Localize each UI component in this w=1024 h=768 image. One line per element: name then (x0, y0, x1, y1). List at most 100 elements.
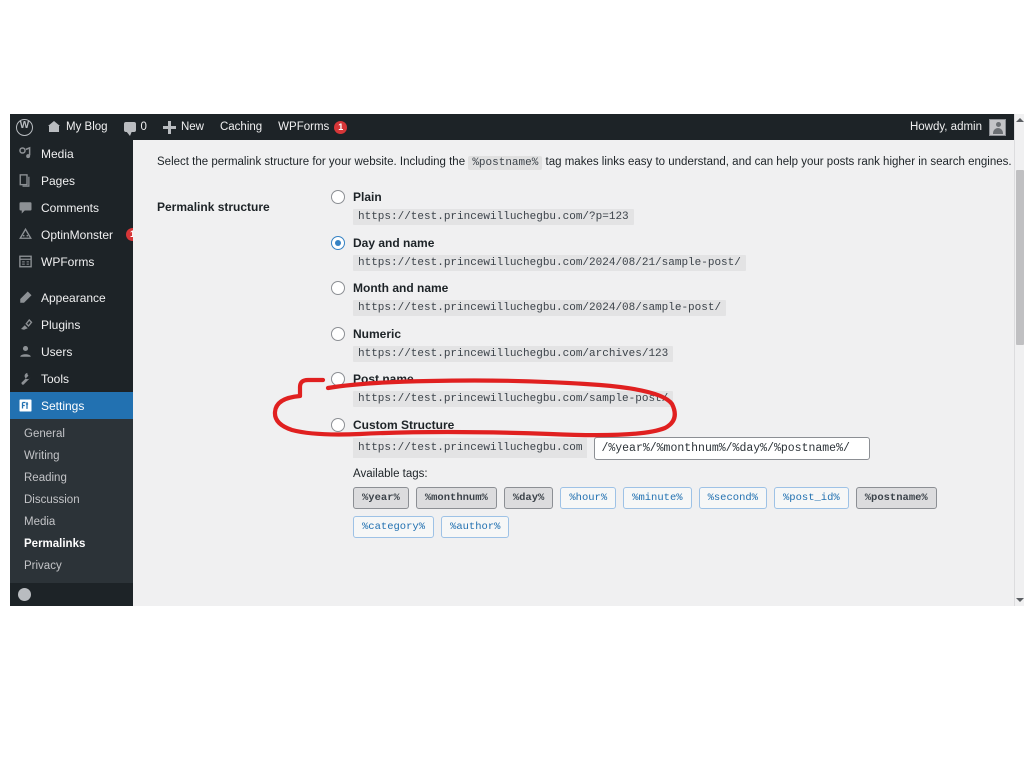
admin-bar: My Blog 0 New Caching WPForms 1 Howdy, a… (10, 114, 1014, 140)
sidebar-item-label: Users (41, 344, 73, 359)
radio-post-name[interactable] (331, 372, 345, 386)
permalink-options-group: Plain https://test.princewilluchegbu.com… (331, 188, 991, 538)
scroll-up-arrow-icon[interactable] (1016, 116, 1024, 124)
wp-logo-menu-item[interactable] (10, 114, 41, 140)
option-day-and-name[interactable]: Day and name https://test.princewilluche… (331, 234, 991, 271)
tag-button-author[interactable]: %author% (441, 516, 510, 538)
settings-icon (18, 398, 33, 413)
option-numeric[interactable]: Numeric https://test.princewilluchegbu.c… (331, 325, 991, 362)
sidebar-item-label: Appearance (41, 290, 106, 305)
site-name-menu-item[interactable]: My Blog (41, 114, 116, 140)
custom-structure-prefix: https://test.princewilluchegbu.com (353, 438, 588, 458)
comments-icon (18, 200, 33, 215)
users-icon (18, 344, 33, 359)
option-plain[interactable]: Plain https://test.princewilluchegbu.com… (331, 188, 991, 225)
sidebar-item-wpforms[interactable]: WPForms (10, 248, 133, 275)
comments-menu-item[interactable]: 0 (116, 114, 155, 140)
sidebar-item-tools[interactable]: Tools (10, 365, 133, 392)
tag-button-minute[interactable]: %minute% (623, 487, 692, 509)
tools-icon (18, 371, 33, 386)
wordpress-admin-window: My Blog 0 New Caching WPForms 1 Howdy, a… (10, 114, 1024, 606)
tag-button-category[interactable]: %category% (353, 516, 435, 538)
home-icon (48, 121, 61, 133)
radio-day-and-name[interactable] (331, 235, 345, 250)
radio-custom-structure[interactable] (331, 417, 345, 432)
tag-button-year[interactable]: %year% (353, 487, 409, 509)
scroll-down-arrow-icon[interactable] (1016, 596, 1024, 604)
collapse-icon (18, 587, 31, 601)
intro-text: Select the permalink structure for your … (157, 156, 1012, 170)
option-example-url: https://test.princewilluchegbu.com/?p=12… (353, 209, 634, 225)
avatar (989, 118, 1006, 136)
sidebar-subitem-media[interactable]: Media (10, 511, 133, 533)
available-tags-list: %year% %monthnum% %day% %hour% %minute% … (353, 487, 973, 538)
wpforms-menu-item[interactable]: WPForms 1 (270, 114, 355, 140)
sidebar-item-label: WPForms (41, 254, 95, 269)
vertical-scrollbar[interactable] (1014, 114, 1024, 606)
wpforms-icon (18, 254, 33, 269)
sidebar-subitem-general[interactable]: General (10, 423, 133, 445)
sidebar-item-plugins[interactable]: Plugins (10, 311, 133, 338)
radio-plain[interactable] (331, 190, 345, 204)
appearance-icon (18, 290, 33, 305)
option-label: Post name (353, 372, 414, 386)
pages-icon (18, 173, 33, 188)
sidebar-item-label: Settings (41, 398, 85, 413)
tag-button-post-id[interactable]: %post_id% (774, 487, 849, 509)
sidebar-item-optinmonster[interactable]: OptinMonster 1 (10, 221, 133, 248)
sidebar-item-label: Plugins (41, 317, 81, 332)
option-example-url: https://test.princewilluchegbu.com/2024/… (353, 300, 727, 316)
option-label: Numeric (353, 326, 402, 341)
wpforms-badge: 1 (334, 120, 348, 134)
sidebar-item-users[interactable]: Users (10, 338, 133, 365)
option-custom-structure[interactable]: Custom Structure https://test.princewill… (331, 416, 991, 460)
plus-icon (162, 120, 176, 134)
sidebar-item-collapse-partial[interactable] (10, 583, 133, 605)
menu-separator (10, 275, 133, 284)
custom-structure-input[interactable] (594, 436, 871, 460)
sidebar-subitem-privacy[interactable]: Privacy (10, 555, 133, 577)
caching-label: Caching (219, 121, 263, 133)
radio-month-and-name[interactable] (331, 281, 345, 295)
option-label: Custom Structure (353, 417, 455, 432)
howdy-label: Howdy, admin (909, 121, 982, 133)
option-label: Plain (353, 190, 382, 204)
option-post-name[interactable]: Post name https://test.princewilluchegbu… (331, 370, 991, 407)
sidebar-item-comments[interactable]: Comments (10, 194, 133, 221)
sidebar-item-pages[interactable]: Pages (10, 167, 133, 194)
sidebar-item-settings[interactable]: Settings (10, 392, 133, 419)
wpforms-label: WPForms (278, 121, 330, 133)
tag-button-monthnum[interactable]: %monthnum% (415, 487, 497, 509)
optinmonster-icon (18, 227, 33, 242)
account-menu-item[interactable]: Howdy, admin (909, 118, 1014, 136)
admin-sidebar-menu: Media Pages Comments OptinMonster 1 WPFo… (10, 140, 133, 606)
tag-button-day[interactable]: %day% (503, 487, 554, 509)
sidebar-item-media[interactable]: Media (10, 140, 133, 167)
sidebar-subitem-permalinks[interactable]: Permalinks (10, 533, 133, 555)
sidebar-subitem-writing[interactable]: Writing (10, 445, 133, 467)
intro-postname-tag: %postname% (468, 156, 543, 170)
sidebar-item-appearance[interactable]: Appearance (10, 284, 133, 311)
optinmonster-badge: 1 (126, 228, 133, 241)
new-content-menu-item[interactable]: New (155, 114, 212, 140)
sidebar-item-label: Comments (41, 200, 100, 215)
screenshot-root: My Blog 0 New Caching WPForms 1 Howdy, a… (0, 0, 1024, 768)
wordpress-logo-icon (16, 118, 33, 136)
radio-numeric[interactable] (331, 326, 345, 341)
scrollbar-thumb[interactable] (1016, 170, 1024, 345)
sidebar-item-label: OptinMonster (41, 227, 114, 242)
comment-bubble-icon (123, 122, 136, 136)
sidebar-subitem-discussion[interactable]: Discussion (10, 489, 133, 511)
media-icon (18, 146, 33, 161)
caching-menu-item[interactable]: Caching (212, 114, 270, 140)
tag-button-postname[interactable]: %postname% (855, 487, 937, 509)
intro-text-after: tag makes links easy to understand, and … (545, 156, 1012, 168)
settings-submenu: General Writing Reading Discussion Media… (10, 419, 133, 583)
sidebar-subitem-reading[interactable]: Reading (10, 467, 133, 489)
permalink-settings-content: Select the permalink structure for your … (133, 140, 1014, 606)
tag-button-second[interactable]: %second% (698, 487, 767, 509)
option-month-and-name[interactable]: Month and name https://test.princewilluc… (331, 279, 991, 316)
new-label: New (180, 121, 204, 133)
option-label: Month and name (353, 281, 449, 295)
tag-button-hour[interactable]: %hour% (560, 487, 617, 509)
